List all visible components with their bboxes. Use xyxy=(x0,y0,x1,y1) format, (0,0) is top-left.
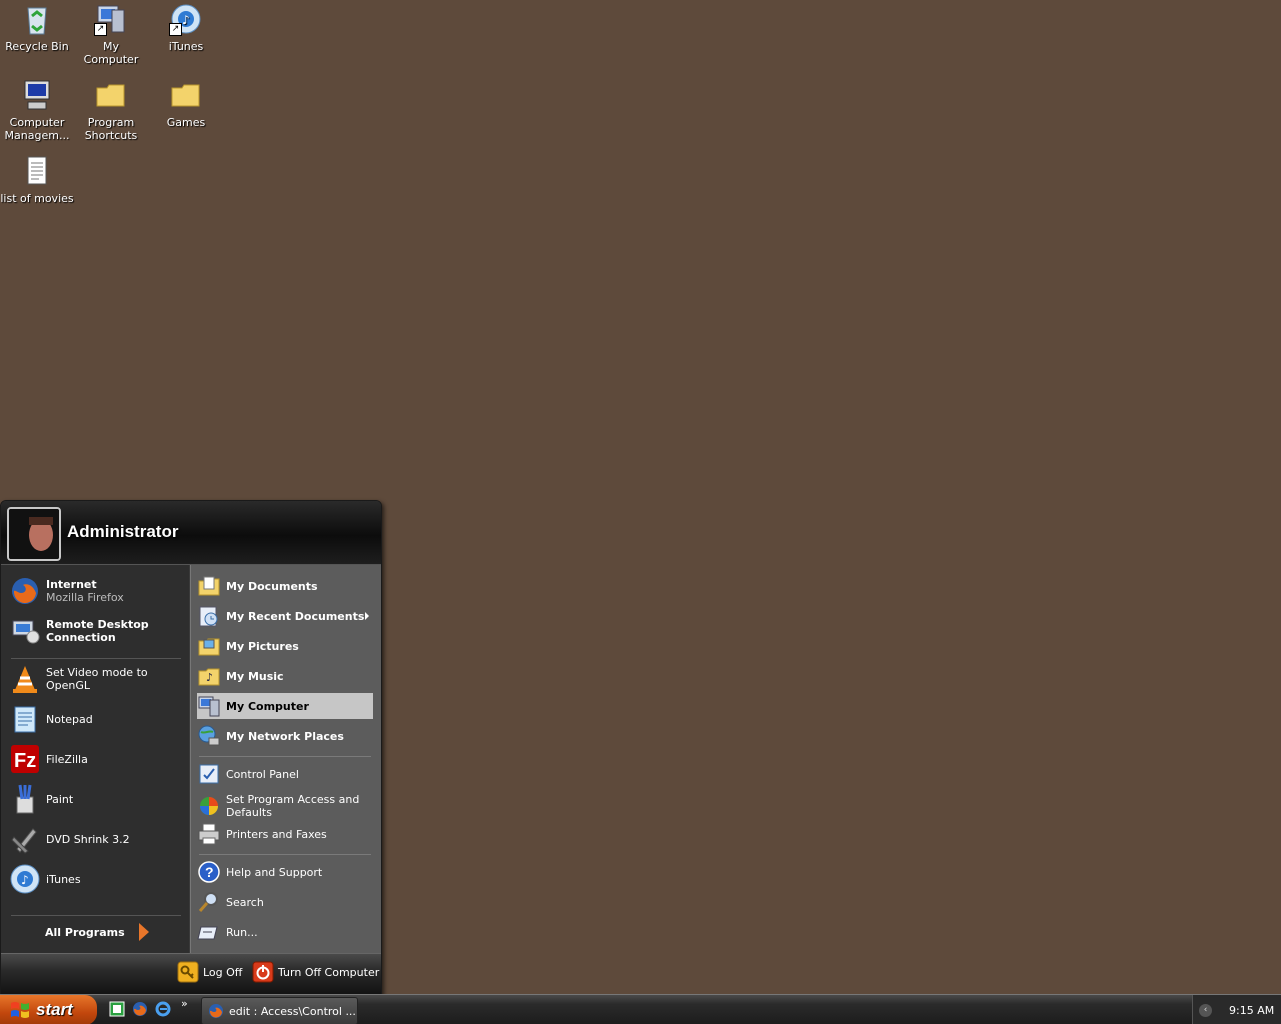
recent-filezilla[interactable]: Fz FileZilla xyxy=(9,741,185,777)
places-separator xyxy=(199,756,371,757)
itunes-icon: ♪ xyxy=(9,863,41,895)
svg-text:♪: ♪ xyxy=(206,671,213,684)
pinned-remote-desktop-label: Remote Desktop Connection xyxy=(46,618,149,644)
tool-help-and-support[interactable]: ? Help and Support xyxy=(197,859,373,885)
computer-management-icon xyxy=(20,78,54,112)
folder-icon xyxy=(169,78,203,112)
setting-printers-and-faxes[interactable]: Printers and Faxes xyxy=(197,821,373,847)
place-my-computer[interactable]: My Computer xyxy=(197,693,373,719)
desktop-icon-computer-management[interactable]: Computer Managem... xyxy=(0,78,74,142)
text-document-icon xyxy=(20,154,54,188)
quicklaunch-more-button[interactable]: » xyxy=(181,997,188,1010)
settings-separator xyxy=(199,854,371,855)
pinned-separator xyxy=(11,658,181,659)
all-programs-separator xyxy=(11,915,181,916)
recycle-bin-icon xyxy=(20,2,54,36)
my-music-icon: ♪ xyxy=(197,664,221,688)
quicklaunch-ie[interactable] xyxy=(155,1001,171,1017)
quicklaunch-green-app[interactable] xyxy=(109,1001,125,1017)
my-pictures-icon xyxy=(197,634,221,658)
place-my-music[interactable]: ♪ My Music xyxy=(197,663,373,689)
recent-itunes[interactable]: ♪ iTunes xyxy=(9,861,185,897)
quicklaunch-firefox[interactable] xyxy=(132,1001,148,1017)
start-menu: Administrator Internet Mozilla Firefox R… xyxy=(0,500,382,996)
tray-expand-icon[interactable]: ‹ xyxy=(1199,1003,1212,1017)
taskbar-window-button[interactable]: edit : Access\Control ... xyxy=(201,997,358,1024)
program-access-icon xyxy=(197,794,221,818)
my-computer-icon: ↗ xyxy=(94,2,128,36)
desktop-icon-list-of-movies[interactable]: list of movies xyxy=(0,154,74,205)
pinned-internet-title: Internet xyxy=(46,578,97,591)
remote-desktop-icon xyxy=(9,615,41,647)
setting-program-access[interactable]: Set Program Access and Defaults xyxy=(197,791,373,821)
svg-text:♪: ♪ xyxy=(182,13,190,27)
paint-icon xyxy=(9,783,41,815)
recent-notepad[interactable]: Notepad xyxy=(9,701,185,737)
start-menu-header: Administrator xyxy=(1,501,381,565)
run-icon xyxy=(197,920,221,944)
desktop-icon-recycle-bin[interactable]: Recycle Bin xyxy=(0,2,74,53)
desktop-icon-games[interactable]: Games xyxy=(149,78,223,129)
place-my-recent-documents[interactable]: My Recent Documents xyxy=(197,603,373,629)
control-panel-icon xyxy=(197,762,221,786)
submenu-arrow-icon xyxy=(365,612,369,620)
turn-off-computer-button[interactable]: Turn Off Computer xyxy=(252,961,379,983)
folder-icon xyxy=(94,78,128,112)
start-button[interactable]: start xyxy=(0,995,97,1024)
notepad-icon xyxy=(9,703,41,735)
clock[interactable]: 9:15 AM xyxy=(1229,1004,1274,1017)
desktop-icon-program-shortcuts[interactable]: Program Shortcuts xyxy=(74,78,148,142)
recent-documents-icon xyxy=(197,604,221,628)
place-my-network-places[interactable]: My Network Places xyxy=(197,723,373,749)
svg-text:Fz: Fz xyxy=(14,750,36,772)
green-app-icon xyxy=(109,1001,125,1017)
help-icon: ? xyxy=(197,860,221,884)
dvd-shrink-icon xyxy=(9,823,41,855)
svg-text:?: ? xyxy=(205,864,214,880)
firefox-icon xyxy=(9,575,41,607)
place-my-documents[interactable]: My Documents xyxy=(197,573,373,599)
desktop-icon-my-computer[interactable]: ↗ My Computer xyxy=(74,2,148,66)
user-avatar[interactable] xyxy=(7,507,61,561)
all-programs-button[interactable]: All Programs xyxy=(45,923,149,941)
svg-text:♪: ♪ xyxy=(21,873,29,887)
filezilla-icon: Fz xyxy=(9,743,41,775)
pinned-remote-desktop[interactable]: Remote Desktop Connection xyxy=(9,613,185,649)
arrow-right-icon xyxy=(138,923,149,941)
pinned-internet[interactable]: Internet Mozilla Firefox xyxy=(9,573,185,609)
tool-search[interactable]: Search xyxy=(197,889,373,915)
recent-dvd-shrink[interactable]: DVD Shrink 3.2 xyxy=(9,821,185,857)
windows-flag-icon xyxy=(11,1002,29,1018)
log-off-button[interactable]: Log Off xyxy=(177,961,242,983)
taskbar: start » edit : Access\Control ... ‹ 9:15… xyxy=(0,994,1281,1024)
power-icon xyxy=(252,961,274,983)
my-documents-icon xyxy=(197,574,221,598)
network-places-icon xyxy=(197,724,221,748)
setting-control-panel[interactable]: Control Panel xyxy=(197,761,373,787)
recent-set-video-mode[interactable]: Set Video mode to OpenGL xyxy=(9,661,185,697)
ie-icon xyxy=(155,1001,171,1017)
printer-icon xyxy=(197,822,221,846)
username: Administrator xyxy=(67,522,179,541)
desktop-icon-itunes[interactable]: ♪ ↗ iTunes xyxy=(149,2,223,53)
place-my-pictures[interactable]: My Pictures xyxy=(197,633,373,659)
vlc-cone-icon xyxy=(9,663,41,695)
my-computer-icon xyxy=(197,694,221,718)
tool-run[interactable]: Run... xyxy=(197,919,373,945)
key-icon xyxy=(177,961,199,983)
system-tray: ‹ 9:15 AM xyxy=(1192,995,1281,1024)
firefox-icon xyxy=(208,1003,224,1019)
pinned-internet-subtitle: Mozilla Firefox xyxy=(46,591,124,604)
itunes-icon: ♪ ↗ xyxy=(169,2,203,36)
recent-paint[interactable]: Paint xyxy=(9,781,185,817)
firefox-icon xyxy=(133,1002,147,1016)
search-icon xyxy=(197,890,221,914)
